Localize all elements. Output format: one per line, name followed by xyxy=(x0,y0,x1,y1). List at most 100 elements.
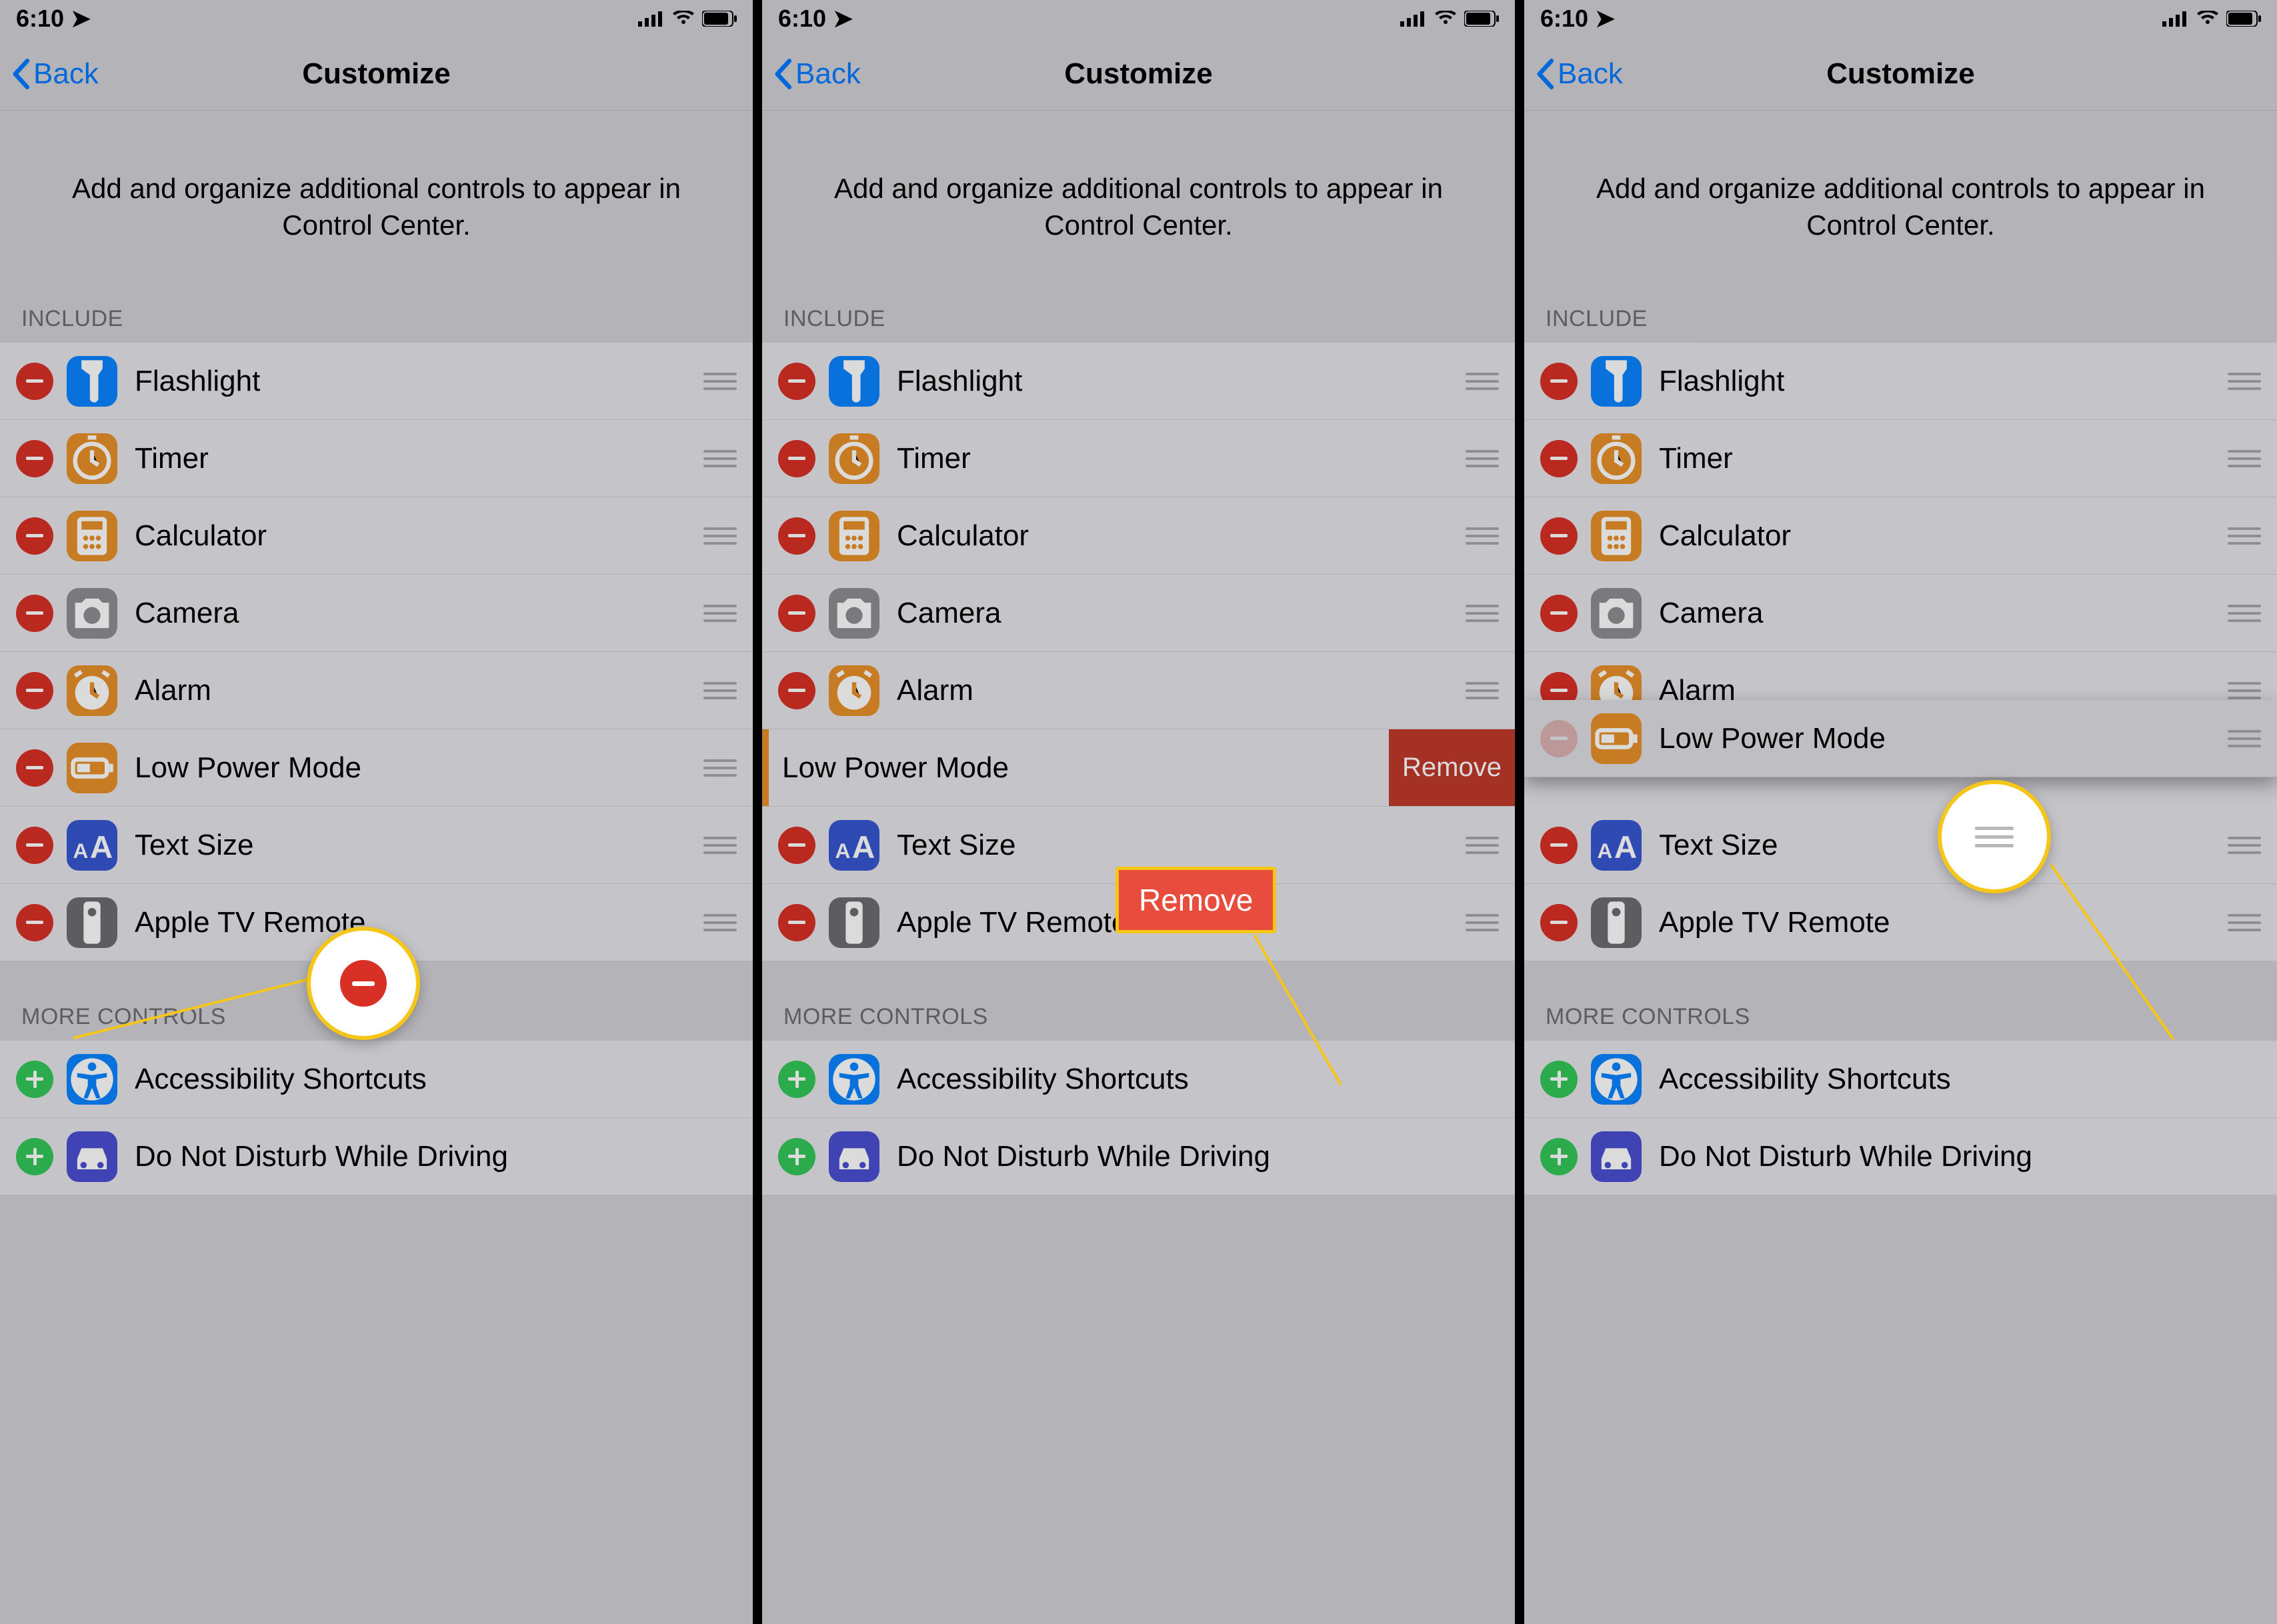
remove-circle-button[interactable] xyxy=(1540,827,1578,864)
remove-circle-button[interactable] xyxy=(1540,595,1578,632)
drag-grip-icon[interactable] xyxy=(2228,682,2261,699)
drag-grip-icon[interactable] xyxy=(1466,682,1499,699)
remove-circle-button[interactable] xyxy=(16,440,53,477)
timer-icon xyxy=(829,433,879,484)
list-row-accessibility: Accessibility Shortcuts xyxy=(1524,1041,2277,1118)
remove-circle-button[interactable] xyxy=(16,595,53,632)
camera-icon xyxy=(1591,588,1642,639)
remove-circle-button[interactable] xyxy=(1540,440,1578,477)
add-circle-button[interactable] xyxy=(1540,1138,1578,1175)
remove-circle-button[interactable] xyxy=(1540,720,1578,757)
drag-grip-icon[interactable] xyxy=(703,605,737,622)
remove-circle-button[interactable] xyxy=(778,363,815,400)
list-row-camera: Camera xyxy=(1524,575,2277,652)
row-label: Flashlight xyxy=(135,365,693,398)
list-row-calculator: Calculator xyxy=(1524,497,2277,575)
flashlight-icon xyxy=(829,356,879,407)
row-label: Low Power Mode xyxy=(1659,722,2217,755)
drag-grip-icon[interactable] xyxy=(2228,450,2261,467)
list-row-accessibility: Accessibility Shortcuts xyxy=(0,1041,753,1118)
remove-circle-button[interactable] xyxy=(1540,904,1578,941)
list-row-timer: Timer xyxy=(1524,420,2277,497)
remove-circle-button[interactable] xyxy=(16,363,53,400)
remove-circle-button[interactable] xyxy=(778,440,815,477)
drag-grip-icon[interactable] xyxy=(1466,373,1499,390)
drag-grip-icon[interactable] xyxy=(2228,605,2261,622)
remove-circle-button[interactable] xyxy=(778,827,815,864)
drag-grip-icon[interactable] xyxy=(1466,914,1499,931)
remove-circle-button[interactable] xyxy=(1540,363,1578,400)
remove-circle-button[interactable] xyxy=(16,827,53,864)
drag-grip-icon[interactable] xyxy=(703,682,737,699)
drag-grip-icon[interactable] xyxy=(703,837,737,854)
list-row-flashlight: Flashlight xyxy=(0,343,753,420)
triptych: 6:10➤ Back Customize Add and organize ad… xyxy=(0,0,2277,1624)
add-circle-button[interactable] xyxy=(778,1061,815,1098)
drag-grip-icon[interactable] xyxy=(2228,373,2261,390)
back-button[interactable]: Back xyxy=(11,57,99,91)
add-circle-button[interactable] xyxy=(16,1138,53,1175)
back-button[interactable]: Back xyxy=(773,57,861,91)
drag-grip-icon[interactable] xyxy=(703,527,737,545)
nav-bar: Back Customize xyxy=(762,37,1515,111)
remove-circle-button[interactable] xyxy=(16,517,53,555)
more-list-p2: Accessibility ShortcutsDo Not Disturb Wh… xyxy=(762,1041,1515,1195)
remove-circle-button[interactable] xyxy=(778,595,815,632)
svg-text:A: A xyxy=(1614,830,1637,865)
back-label: Back xyxy=(1558,57,1623,91)
drag-grip-icon[interactable] xyxy=(703,759,737,777)
drag-grip-icon[interactable] xyxy=(1466,450,1499,467)
callout-minus-circle xyxy=(307,927,420,1040)
list-row-calculator: Calculator xyxy=(762,497,1515,575)
list-row-textsize: AAText Size xyxy=(1524,807,2277,884)
row-label: Accessibility Shortcuts xyxy=(1659,1063,2261,1096)
remove-circle-button[interactable] xyxy=(778,904,815,941)
section-include-header: INCLUDE xyxy=(1524,290,2277,343)
row-label: Timer xyxy=(1659,442,2217,475)
wifi-icon xyxy=(673,5,694,33)
timer-icon xyxy=(67,433,117,484)
car-icon xyxy=(1591,1131,1642,1182)
drag-grip-icon[interactable] xyxy=(2228,914,2261,931)
drag-grip-icon[interactable] xyxy=(1466,527,1499,545)
calculator-icon xyxy=(67,511,117,561)
drag-grip-icon[interactable] xyxy=(1466,837,1499,854)
drag-grip-icon[interactable] xyxy=(703,914,737,931)
drag-grip-icon[interactable] xyxy=(703,373,737,390)
row-label: Accessibility Shortcuts xyxy=(897,1063,1499,1096)
wifi-icon xyxy=(2197,5,2218,33)
svg-text:A: A xyxy=(835,839,851,863)
battery-icon xyxy=(2226,5,2261,33)
drag-grip-icon[interactable] xyxy=(1466,605,1499,622)
status-bar: 6:10➤ xyxy=(0,0,753,37)
add-circle-button[interactable] xyxy=(16,1061,53,1098)
flashlight-icon xyxy=(1591,356,1642,407)
list-row-alarm: Alarm xyxy=(762,652,1515,729)
nav-bar: Back Customize xyxy=(1524,37,2277,111)
list-row-dnd: Do Not Disturb While Driving xyxy=(0,1118,753,1195)
add-circle-button[interactable] xyxy=(778,1138,815,1175)
remove-circle-button[interactable] xyxy=(16,749,53,787)
flashlight-icon xyxy=(67,356,117,407)
location-arrow-icon: ➤ xyxy=(1595,5,1615,33)
drag-grip-icon[interactable] xyxy=(703,450,737,467)
drag-grip-icon[interactable] xyxy=(2228,730,2261,747)
remote-icon xyxy=(829,897,879,948)
signal-icon xyxy=(2162,5,2189,33)
remove-circle-button[interactable] xyxy=(778,517,815,555)
remove-circle-button[interactable] xyxy=(16,672,53,709)
row-label: Timer xyxy=(897,442,1455,475)
remove-circle-button[interactable] xyxy=(16,904,53,941)
remove-button[interactable]: Remove xyxy=(1389,729,1515,806)
back-button[interactable]: Back xyxy=(1535,57,1623,91)
add-circle-button[interactable] xyxy=(1540,1061,1578,1098)
remote-icon xyxy=(67,897,117,948)
back-label: Back xyxy=(795,57,861,91)
drag-grip-icon[interactable] xyxy=(2228,837,2261,854)
phone-panel-2: 6:10➤ Back Customize Add and organize ad… xyxy=(762,0,1524,1624)
drag-grip-icon[interactable] xyxy=(2228,527,2261,545)
description: Add and organize additional controls to … xyxy=(0,111,753,290)
remove-circle-button[interactable] xyxy=(778,672,815,709)
row-label: Text Size xyxy=(135,829,693,862)
remove-circle-button[interactable] xyxy=(1540,517,1578,555)
